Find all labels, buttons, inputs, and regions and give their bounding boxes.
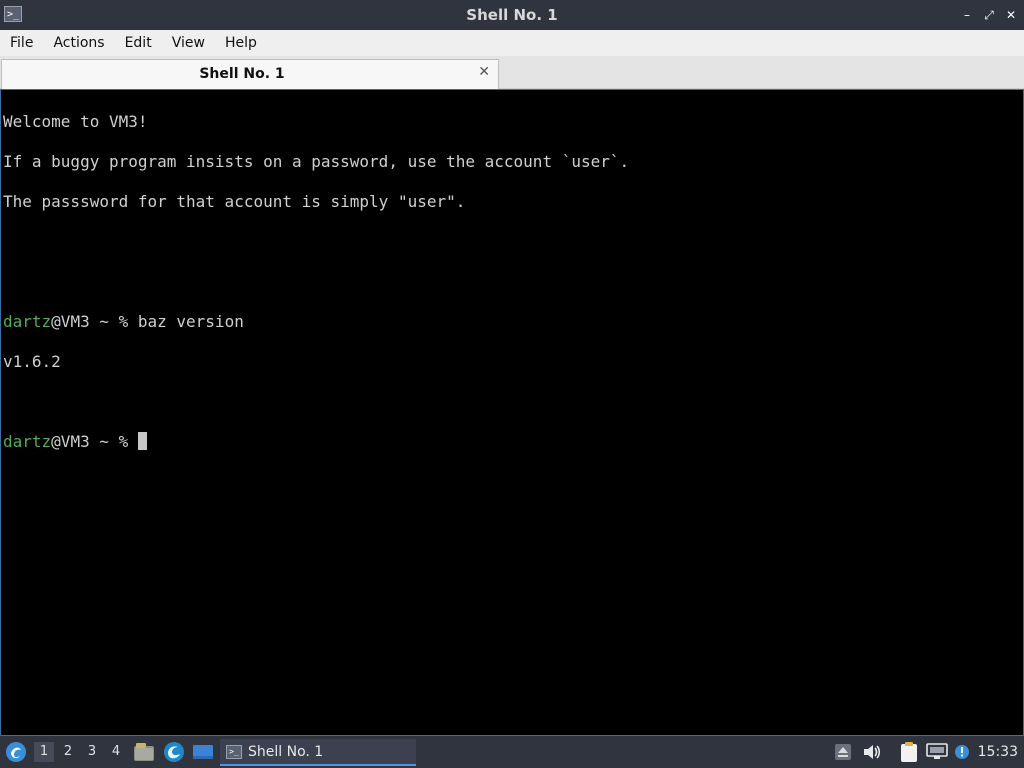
menu-bar: File Actions Edit View Help xyxy=(0,30,1024,56)
prompt-user: dartz xyxy=(3,432,52,451)
menu-edit[interactable]: Edit xyxy=(115,35,162,51)
window-controls: – ⤢ ✕ xyxy=(960,0,1018,30)
eject-icon[interactable] xyxy=(834,736,852,768)
terminal-prompt-line: dartz@VM3 ~ % baz version xyxy=(3,312,1021,332)
volume-icon[interactable] xyxy=(862,736,882,768)
menu-help[interactable]: Help xyxy=(215,35,267,51)
terminal-cursor xyxy=(137,432,147,450)
desktop-2-button[interactable]: 2 xyxy=(58,742,78,762)
desktop-1-button[interactable]: 1 xyxy=(34,742,54,762)
terminal-line: Welcome to VM3! xyxy=(3,112,148,131)
network-icon[interactable] xyxy=(926,736,948,768)
desktop-3-button[interactable]: 3 xyxy=(82,742,102,762)
prompt-command: @VM3 ~ % baz version xyxy=(51,312,244,331)
prompt-user: dartz xyxy=(3,312,52,331)
taskbar: 1 2 3 4 >_ Shell No. 1 15:33 xyxy=(0,736,1024,768)
tab-bar: Shell No. 1 ✕ xyxy=(0,56,1024,89)
maximize-button[interactable]: ⤢ xyxy=(982,8,996,23)
minimize-button[interactable]: – xyxy=(960,8,974,22)
clock[interactable]: 15:33 xyxy=(978,736,1018,768)
prompt-text: @VM3 ~ % xyxy=(51,432,138,451)
browser-icon[interactable] xyxy=(163,736,185,768)
clipboard-icon[interactable] xyxy=(899,736,919,768)
window-title: Shell No. 1 xyxy=(466,6,558,24)
updates-icon[interactable] xyxy=(953,736,971,768)
terminal-line: The passsword for that account is simply… xyxy=(3,192,466,211)
terminal-prompt-line: dartz@VM3 ~ % xyxy=(3,432,1021,452)
tab-close-icon[interactable]: ✕ xyxy=(478,64,490,80)
show-desktop-icon[interactable] xyxy=(192,736,214,768)
task-label: Shell No. 1 xyxy=(248,743,324,760)
window-titlebar[interactable]: >_ Shell No. 1 – ⤢ ✕ xyxy=(0,0,1024,30)
terminal-icon: >_ xyxy=(226,744,242,759)
terminal-line: v1.6.2 xyxy=(3,352,61,371)
close-button[interactable]: ✕ xyxy=(1004,8,1018,22)
file-manager-icon[interactable] xyxy=(133,736,155,768)
tab-shell-1[interactable]: Shell No. 1 ✕ xyxy=(1,59,499,89)
start-menu-icon[interactable] xyxy=(5,736,27,768)
taskbar-task-shell[interactable]: >_ Shell No. 1 xyxy=(220,739,416,766)
menu-view[interactable]: View xyxy=(162,35,215,51)
terminal-output[interactable]: Welcome to VM3! If a buggy program insis… xyxy=(0,89,1024,736)
tab-label: Shell No. 1 xyxy=(199,66,285,82)
menu-actions[interactable]: Actions xyxy=(43,35,114,51)
menu-file[interactable]: File xyxy=(0,35,43,51)
terminal-line: If a buggy program insists on a password… xyxy=(3,152,630,171)
desktop-4-button[interactable]: 4 xyxy=(106,742,126,762)
